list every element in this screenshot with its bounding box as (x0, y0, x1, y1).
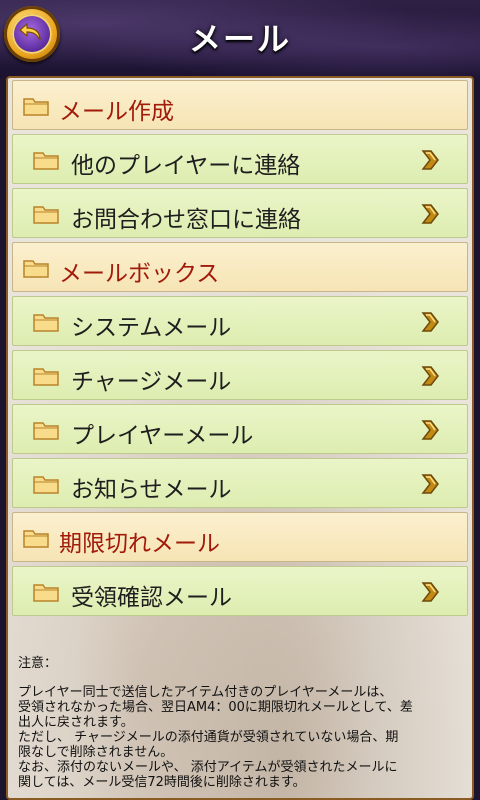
chevron-right-icon (421, 419, 439, 445)
category-compose: メール作成 (12, 80, 468, 130)
menu-item-label: お問合わせ窓口に連絡 (71, 207, 301, 233)
category-label: 期限切れメール (59, 531, 220, 557)
menu-item-label: お知らせメール (71, 477, 232, 503)
chevron-right-icon (421, 581, 439, 607)
chevron-right-icon (421, 473, 439, 499)
menu-item-contact-support[interactable]: お問合わせ窓口に連絡 (12, 188, 468, 238)
category-label: メール作成 (59, 99, 174, 125)
notice-line: 出人に戻されます。 (18, 715, 134, 730)
category-label: メールボックス (59, 261, 220, 287)
menu-item-label: システムメール (71, 315, 232, 341)
menu-item-label: チャージメール (71, 369, 232, 395)
folder-icon (23, 96, 49, 120)
folder-icon (23, 528, 49, 552)
chevron-right-icon (421, 365, 439, 391)
notice-line: ただし、 チャージメールの添付通貨が受領されていない場合、期 (18, 730, 399, 745)
chevron-right-icon (421, 149, 439, 175)
folder-icon (33, 150, 59, 174)
folder-icon (33, 420, 59, 444)
notice-line: 関しては、メール受信72時間後に削除されます。 (18, 775, 306, 790)
chevron-right-icon (421, 311, 439, 337)
menu-item-label: 他のプレイヤーに連絡 (71, 153, 301, 179)
notice-line: プレイヤー同士で送信したアイテム付きのプレイヤーメールは、 (18, 685, 393, 700)
notice-line: 限なしで削除されません。 (18, 745, 174, 760)
notice-text: 注意： プレイヤー同士で送信したアイテム付きのプレイヤーメールは、 受領されなか… (18, 656, 464, 790)
folder-icon (33, 312, 59, 336)
menu-item-contact-player[interactable]: 他のプレイヤーに連絡 (12, 134, 468, 184)
menu-item-receipt-confirm[interactable]: 受領確認メール (12, 566, 468, 616)
folder-icon (33, 366, 59, 390)
folder-icon (33, 582, 59, 606)
notice-heading: 注意： (18, 656, 58, 671)
menu-item-charge-mail[interactable]: チャージメール (12, 350, 468, 400)
category-mailbox: メールボックス (12, 242, 468, 292)
menu-item-player-mail[interactable]: プレイヤーメール (12, 404, 468, 454)
page-title: メール (188, 20, 291, 58)
notice-line: なお、添付のないメールや、 添付アイテムが受領されたメールに (18, 760, 398, 775)
folder-icon (23, 258, 49, 282)
header-bar: メール (0, 0, 480, 78)
menu-item-system-mail[interactable]: システムメール (12, 296, 468, 346)
folder-icon (33, 204, 59, 228)
folder-icon (33, 474, 59, 498)
menu-item-label: 受領確認メール (71, 585, 232, 611)
menu-item-notice-mail[interactable]: お知らせメール (12, 458, 468, 508)
mail-menu-panel: メール作成 他のプレイヤーに連絡 お問合わせ窓口に連絡 メールボックス システム… (6, 76, 474, 800)
chevron-right-icon (421, 203, 439, 229)
menu-item-label: プレイヤーメール (71, 423, 254, 449)
category-expired: 期限切れメール (12, 512, 468, 562)
notice-line: 受領されなかった場合、翌日AM4：00に期限切れメールとして、差 (18, 700, 413, 715)
